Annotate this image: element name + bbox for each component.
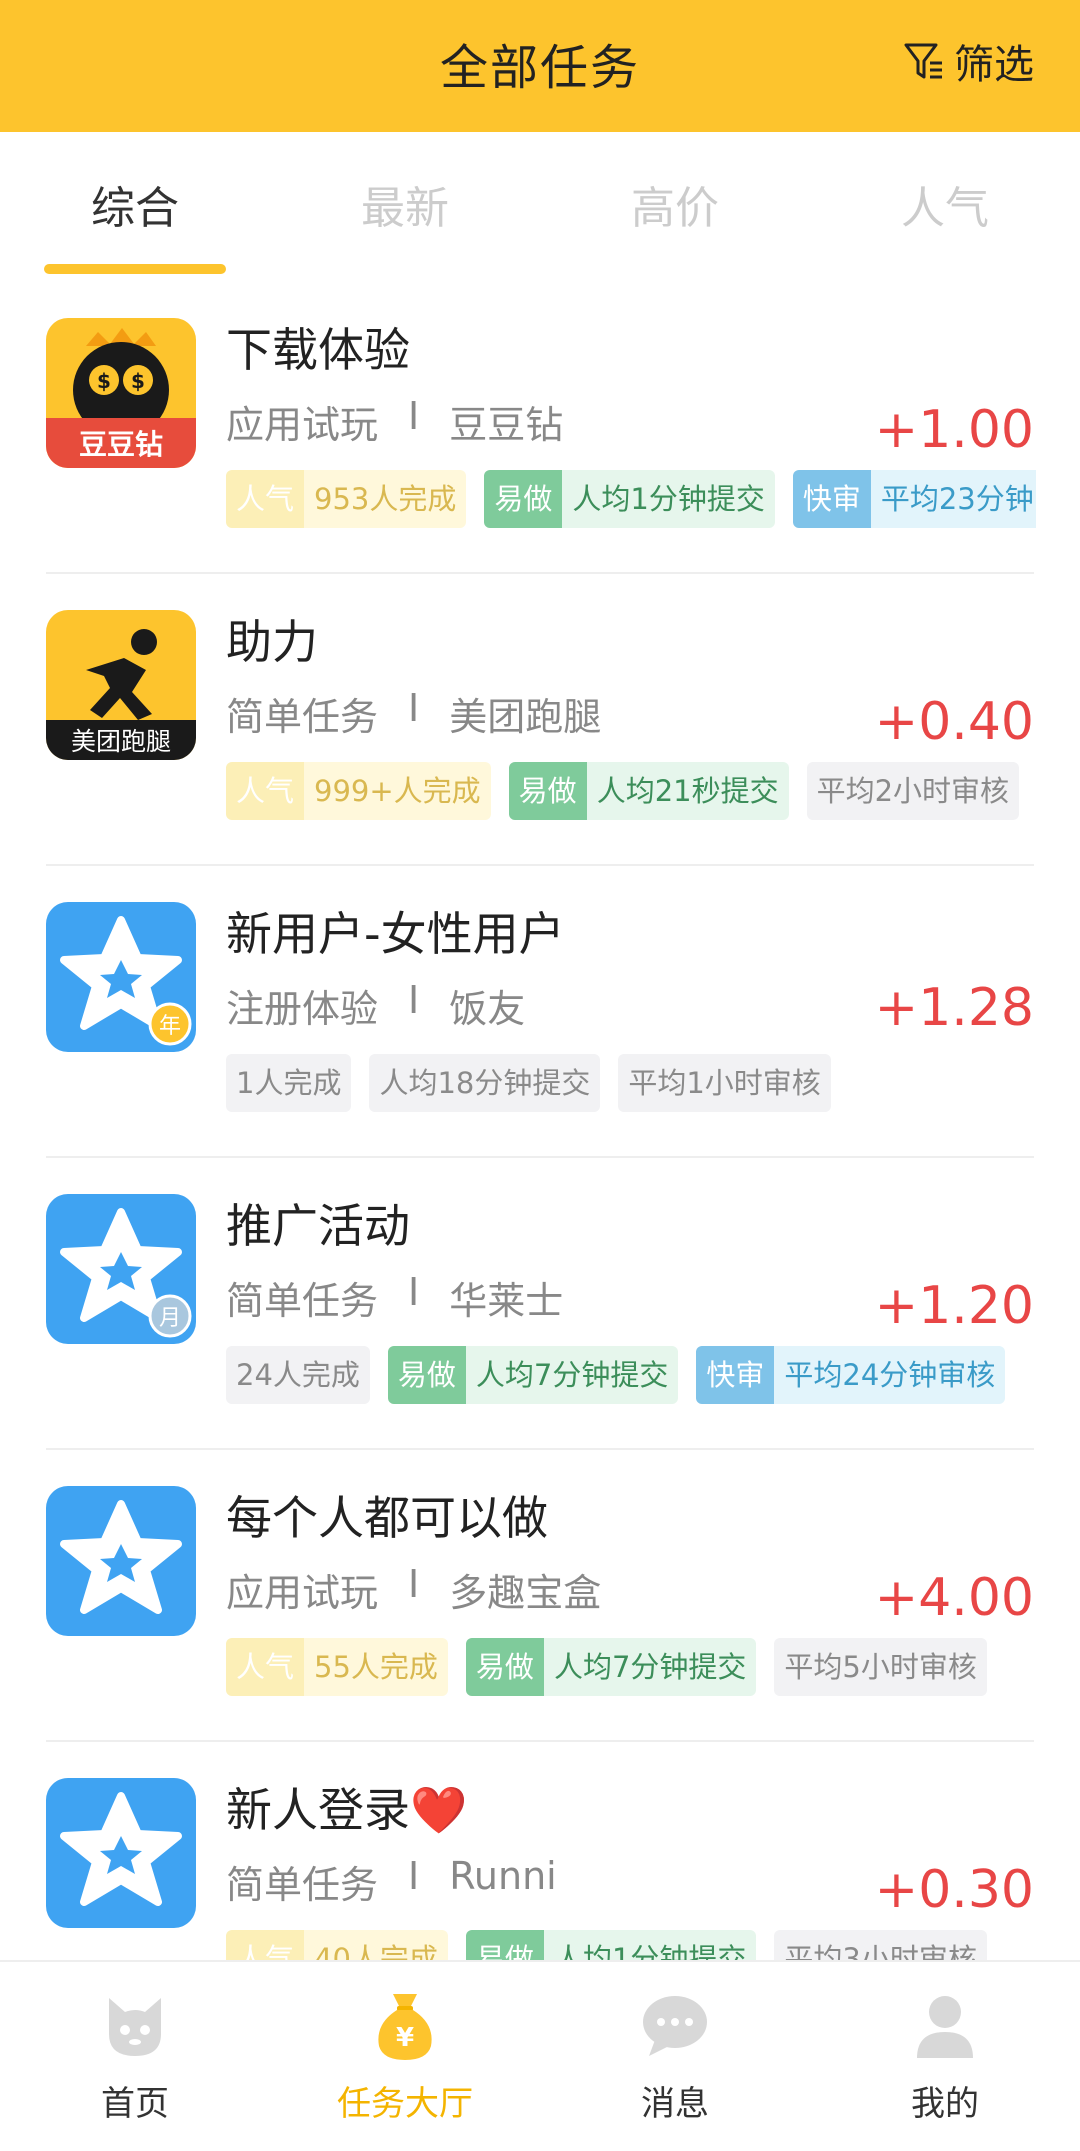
task-item[interactable]: 月 推广活动 简单任务 I 华莱士 +1.20 24人完成 易做 人均7分钟提交 … xyxy=(0,1158,1080,1450)
tab-latest[interactable]: 最新 xyxy=(315,172,495,236)
review-time-tag: 平均2小时审核 xyxy=(806,762,1020,820)
svg-text:美团跑腿: 美团跑腿 xyxy=(71,727,171,756)
svg-text:$: $ xyxy=(131,369,145,393)
separator: I xyxy=(408,686,420,730)
filter-label: 筛选 xyxy=(954,42,1034,88)
nav-label: 我的 xyxy=(911,2084,979,2124)
svg-text:¥: ¥ xyxy=(396,2023,414,2053)
task-category: 简单任务 xyxy=(226,695,379,739)
task-category: 注册体验 xyxy=(226,987,379,1031)
task-merchant: 华莱士 xyxy=(449,1279,564,1323)
nav-task-hall[interactable]: ¥ 任务大厅 xyxy=(305,1990,505,2125)
task-title: 推广活动 xyxy=(226,1199,410,1253)
task-reward: +1.00 xyxy=(874,400,1034,460)
popularity-tag: 人气 55人完成 xyxy=(226,1638,448,1696)
task-reward: +0.30 xyxy=(874,1860,1034,1920)
tab-popular[interactable]: 人气 xyxy=(855,172,1035,236)
task-subtitle: 注册体验 I 饭友 xyxy=(226,978,525,1033)
nav-label: 消息 xyxy=(641,2084,709,2124)
svg-text:年: 年 xyxy=(159,1014,181,1039)
easy-tag: 易做 人均1分钟提交 xyxy=(484,470,775,528)
task-item[interactable]: 美团跑腿 助力 简单任务 I 美团跑腿 +0.40 人气 999+人完成 易做 人均… xyxy=(0,574,1080,866)
popularity-tag: 人气 999+人完成 xyxy=(226,762,491,820)
star-year-badge-icon: 年 xyxy=(46,902,196,1052)
task-merchant: 美团跑腿 xyxy=(449,695,602,739)
svg-text:月: 月 xyxy=(159,1306,181,1331)
person-icon xyxy=(917,1996,973,2058)
svg-text:$: $ xyxy=(97,369,111,393)
fast-review-tag: 快审平均23分钟审核 xyxy=(792,470,1036,528)
filter-icon xyxy=(904,43,942,79)
task-tags: 人气953人完成 易做人均1分钟提交 快审平均23分钟审核 xyxy=(226,470,1036,528)
task-category: 简单任务 xyxy=(226,1279,379,1323)
tab-comprehensive[interactable]: 综合 xyxy=(45,172,225,236)
review-time-tag: 平均1小时审核 xyxy=(618,1054,831,1112)
nav-messages[interactable]: 消息 xyxy=(575,1990,775,2125)
task-title: 助力 xyxy=(226,615,318,669)
star-app-icon xyxy=(46,1486,196,1636)
chat-bubble-icon xyxy=(643,1996,707,2056)
task-item[interactable]: 每个人都可以做 应用试玩 I 多趣宝盒 +4.00 人气 55人完成 易做 人均7分… xyxy=(0,1450,1080,1742)
sort-tabs: 综合 最新 高价 人气 xyxy=(0,132,1080,282)
cat-home-icon xyxy=(109,1998,161,2056)
tab-high-price[interactable]: 高价 xyxy=(585,172,765,236)
task-subtitle: 应用试玩 I 多趣宝盒 xyxy=(226,1562,601,1617)
fast-review-tag: 快审 平均24分钟审核 xyxy=(696,1346,1006,1404)
separator: I xyxy=(408,1562,420,1606)
task-reward: +0.40 xyxy=(874,692,1034,752)
task-tags: 1人完成 人均18分钟提交 平均1小时审核 xyxy=(226,1054,1036,1112)
task-merchant: 多趣宝盒 xyxy=(449,1571,602,1615)
task-category: 应用试玩 xyxy=(226,1571,379,1615)
task-merchant: 饭友 xyxy=(449,987,526,1031)
task-reward: +1.20 xyxy=(874,1276,1034,1336)
active-tab-indicator xyxy=(44,264,226,274)
task-subtitle: 简单任务 I Runni xyxy=(226,1854,557,1909)
star-month-badge-icon: 月 xyxy=(46,1194,196,1344)
nav-label: 任务大厅 xyxy=(337,2084,473,2124)
task-item[interactable]: $ $ 豆豆钻 下载体验 应用试玩 I 豆豆钻 +1.00 人气 953人完成 易… xyxy=(0,282,1080,574)
task-item[interactable]: 年 新用户-女性用户 注册体验 I 饭友 +1.28 1人完成 人均18分钟提交… xyxy=(0,866,1080,1158)
task-title: 每个人都可以做 xyxy=(226,1491,548,1545)
task-title: 新人登录❤️ xyxy=(226,1783,468,1837)
bottom-nav: 首页 ¥ 任务大厅 消息 我的 xyxy=(0,1960,1080,2151)
separator: I xyxy=(408,1854,420,1898)
task-category: 应用试玩 xyxy=(226,403,379,447)
nav-profile[interactable]: 我的 xyxy=(845,1990,1045,2125)
easy-tag: 易做 人均7分钟提交 xyxy=(465,1638,757,1696)
completed-count-tag: 24人完成 xyxy=(226,1346,370,1404)
easy-tag: 易做 人均7分钟提交 xyxy=(387,1346,679,1404)
task-tags: 24人完成 易做 人均7分钟提交 快审 平均24分钟审核 xyxy=(226,1346,1036,1404)
task-title: 新用户-女性用户 xyxy=(226,907,565,961)
separator: I xyxy=(408,394,420,438)
task-subtitle: 简单任务 I 华莱士 xyxy=(226,1270,563,1325)
task-reward: +1.28 xyxy=(874,978,1034,1038)
nav-label: 首页 xyxy=(101,2084,169,2124)
task-title: 下载体验 xyxy=(226,323,410,377)
separator: I xyxy=(408,978,420,1022)
meituan-paotui-app-icon: 美团跑腿 xyxy=(46,610,196,760)
task-subtitle: 简单任务 I 美团跑腿 xyxy=(226,686,601,741)
top-bar: 全部任务 筛选 xyxy=(0,0,1080,132)
separator: I xyxy=(408,1270,420,1314)
task-merchant: 豆豆钻 xyxy=(449,403,564,447)
completed-count-tag: 1人完成 xyxy=(226,1054,352,1112)
nav-home[interactable]: 首页 xyxy=(35,1990,235,2125)
task-merchant: Runni xyxy=(449,1854,557,1898)
task-subtitle: 应用试玩 I 豆豆钻 xyxy=(226,394,563,449)
task-reward: +4.00 xyxy=(874,1568,1034,1628)
task-tags: 人气 55人完成 易做 人均7分钟提交 平均5小时审核 xyxy=(226,1638,1036,1696)
doudouzuan-app-icon: $ $ 豆豆钻 xyxy=(46,318,196,468)
task-tags: 人气 999+人完成 易做 人均21秒提交 平均2小时审核 xyxy=(226,762,1036,820)
svg-text:豆豆钻: 豆豆钻 xyxy=(79,428,163,461)
popularity-tag: 人气 953人完成 xyxy=(226,470,467,528)
review-time-tag: 平均5小时审核 xyxy=(774,1638,987,1696)
submit-time-tag: 人均18分钟提交 xyxy=(369,1054,601,1112)
easy-tag: 易做 人均21秒提交 xyxy=(508,762,789,820)
star-app-icon xyxy=(46,1778,196,1928)
money-bag-icon: ¥ xyxy=(378,1994,432,2060)
filter-button[interactable]: 筛选 xyxy=(902,32,1034,90)
task-category: 简单任务 xyxy=(226,1863,379,1907)
